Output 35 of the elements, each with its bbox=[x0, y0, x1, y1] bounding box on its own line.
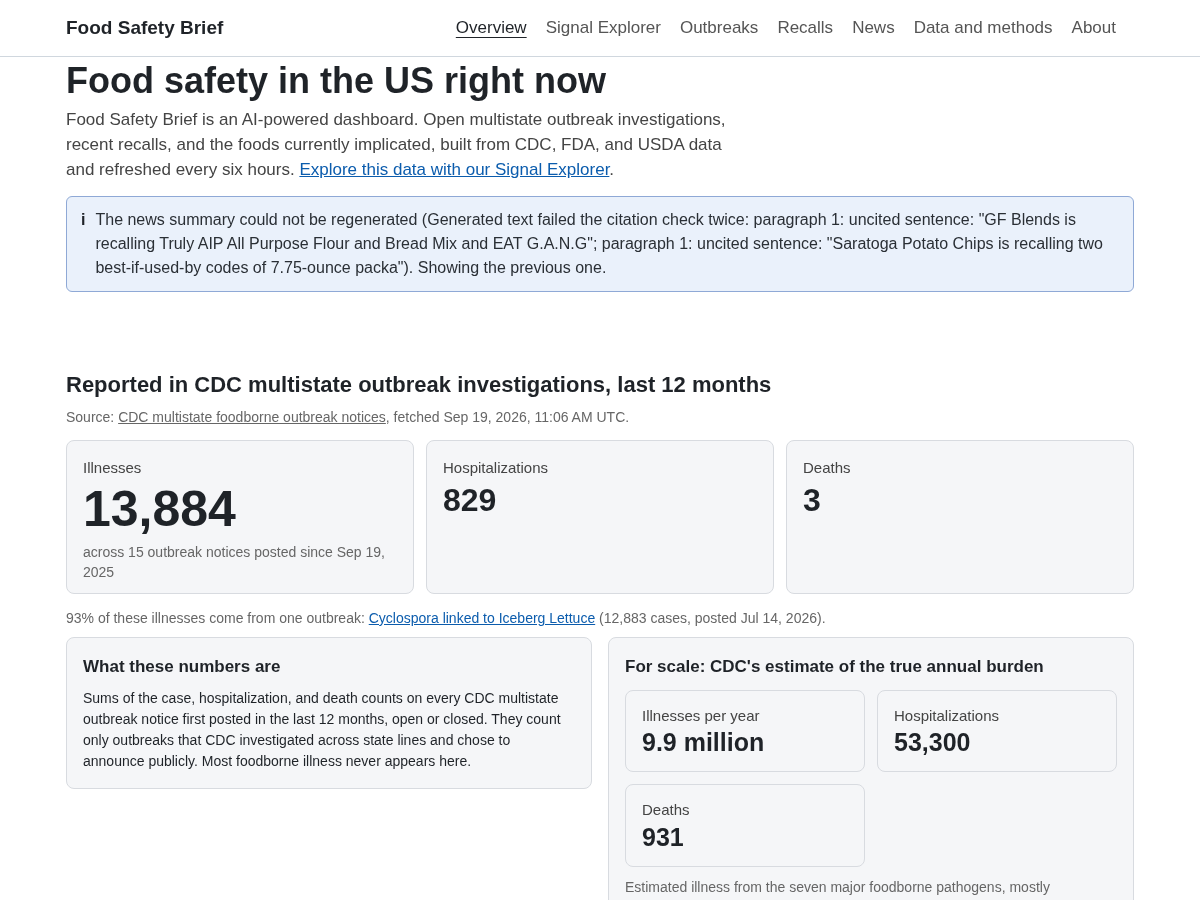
stat-value: 53,300 bbox=[894, 727, 972, 757]
outbreak-footnote: 93% of these illnesses come from one outbreak: Cyclospora linked to Iceberg Lettuce (12,883 cases, posted Jul 14, 2026). bbox=[66, 609, 827, 628]
explainer-text: Sums of the case, hospitalization, and death counts on every CDC multistate outbreak notice first posted in the last 12 months, open or closed. They count only outbreaks that CDC investigated across state lines and chose to announce publicly. Most foodborne illness never appears here. bbox=[83, 688, 562, 771]
site-title[interactable]: Food Safety Brief bbox=[66, 13, 224, 43]
nav-link[interactable]: Signal Explorer bbox=[545, 15, 661, 41]
outbreak-link[interactable]: Cyclospora linked to Iceberg Lettuce bbox=[368, 610, 596, 626]
stat-value: 9.9 million bbox=[642, 727, 766, 757]
notice-text: The news summary could not be regenerated (Generated text failed the citation check twice: paragraph 1: uncited sentence: "GF Blends is recalling Truly AIP All Purpose Flour and Bread Mix and EAT G.A.N.G"; paragraph 1: uncited sentence: "Saratoga Potato Chips is recalling two best-if-used-by codes of 7.75-ounce packa"). Showing the previous one. bbox=[95, 210, 1104, 278]
stat-note: across 15 outbreak notices posted since Sep 19, 2025 bbox=[83, 542, 386, 582]
stat-label: Illnesses bbox=[83, 458, 143, 478]
nav-link[interactable]: Recalls bbox=[777, 15, 834, 41]
nav-link[interactable]: Overview bbox=[455, 15, 527, 41]
nav-link[interactable]: News bbox=[852, 15, 895, 41]
source-line: Source: CDC multistate foodborne outbreak notices, fetched Sep 19, 2026, 11:06 AM UTC. bbox=[66, 408, 631, 427]
nav-link[interactable]: Outbreaks bbox=[679, 15, 759, 41]
signal-explorer-link[interactable]: Explore this data with our Signal Explorer bbox=[299, 160, 610, 179]
stat-label: Hospitalizations bbox=[894, 705, 1001, 726]
stat-label: Deaths bbox=[642, 800, 691, 820]
stat-value: 931 bbox=[642, 821, 685, 852]
nav-link[interactable]: Data and methods bbox=[913, 15, 1053, 41]
source-link[interactable]: CDC multistate foodborne outbreak notices bbox=[118, 409, 386, 425]
stat-label: Illnesses per year bbox=[642, 705, 761, 726]
info-icon: i bbox=[81, 208, 86, 280]
card-title: What these numbers are bbox=[83, 656, 282, 678]
stat-label: Deaths bbox=[803, 458, 852, 478]
stat-value: 829 bbox=[443, 480, 498, 520]
scale-note: Estimated illness from the seven major foodborne pathogens, mostly bbox=[625, 877, 1051, 897]
page-title: Food safety in the US right now bbox=[66, 59, 607, 103]
section-heading: Reported in CDC multistate outbreak investigations, last 12 months bbox=[66, 371, 773, 399]
intro-paragraph: Food Safety Brief is an AI-powered dashboard. Open multistate outbreak investigations, recent recalls, and the foods currently implicated, built from CDC, FDA, and USDA data and refreshed every six hours. Explore this data with our Signal Explorer. bbox=[66, 109, 727, 181]
stat-value: 3 bbox=[803, 480, 822, 520]
nav-link[interactable]: About bbox=[1071, 15, 1116, 41]
card-title: For scale: CDC's estimate of the true annual burden bbox=[625, 656, 1045, 678]
stat-label: Hospitalizations bbox=[443, 458, 550, 478]
stat-value: 13,884 bbox=[83, 479, 237, 538]
